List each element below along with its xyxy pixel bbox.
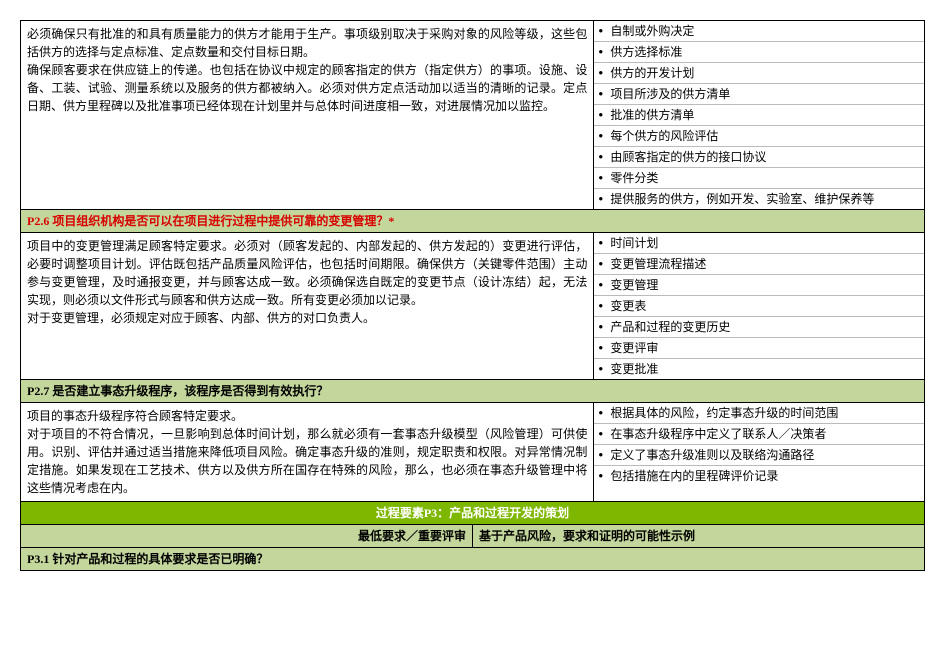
bullet-item: 零件分类 bbox=[594, 167, 924, 188]
bullet-item: 变更表 bbox=[594, 295, 924, 316]
bullet-item: 批准的供方清单 bbox=[594, 104, 924, 125]
document-page: 必须确保只有批准的和具有质量能力的供方才能用于生产。事项级别取决于采购对象的风险… bbox=[20, 20, 925, 571]
p26-bullets-cell: 时间计划变更管理流程描述变更管理变更表产品和过程的变更历史变更评审变更批准 bbox=[594, 233, 924, 379]
p27-body: 项目的事态升级程序符合顾客特定要求。对于项目的不符合情况，一旦影响到总体时间计划… bbox=[20, 403, 925, 502]
bullet-item: 项目所涉及的供方清单 bbox=[594, 83, 924, 104]
bullet-item: 变更管理 bbox=[594, 274, 924, 295]
p27-row: 项目的事态升级程序符合顾客特定要求。对于项目的不符合情况，一旦影响到总体时间计划… bbox=[21, 403, 924, 501]
p3-banner: 过程要素P3：产品和过程开发的策划 bbox=[21, 502, 924, 524]
p27-desc-text: 项目的事态升级程序符合顾客特定要求。对于项目的不符合情况，一旦影响到总体时间计划… bbox=[21, 403, 594, 501]
p27-heading-row: P2.7 是否建立事态升级程序，该程序是否得到有效执行？ bbox=[20, 380, 925, 403]
bullet-item: 包括措施在内的里程碑评价记录 bbox=[594, 465, 924, 486]
p26-bullets: 时间计划变更管理流程描述变更管理变更表产品和过程的变更历史变更评审变更批准 bbox=[594, 233, 924, 379]
bullet-item: 产品和过程的变更历史 bbox=[594, 316, 924, 337]
p26-heading-row: P2.6 项目组织机构是否可以在项目进行过程中提供可靠的变更管理？* bbox=[20, 210, 925, 233]
p3-left-label: 最低要求／重要评审 bbox=[21, 525, 473, 547]
bullet-item: 变更批准 bbox=[594, 358, 924, 379]
p3-split-row: 最低要求／重要评审 基于产品风险，要求和证明的可能性示例 bbox=[20, 525, 925, 548]
p27-bullets-cell: 根据具体的风险，约定事态升级的时间范围在事态升级程序中定义了联系人／决策者定义了… bbox=[594, 403, 924, 501]
p31-heading-row: P3.1 针对产品和过程的具体要求是否已明确？ bbox=[20, 548, 925, 571]
bullet-item: 自制或外购决定 bbox=[594, 21, 924, 41]
bullet-item: 每个供方的风险评估 bbox=[594, 125, 924, 146]
section-supplier-row: 必须确保只有批准的和具有质量能力的供方才能用于生产。事项级别取决于采购对象的风险… bbox=[21, 21, 924, 209]
bullet-item: 提供服务的供方，例如开发、实验室、维护保养等 bbox=[594, 188, 924, 209]
supplier-bullets-cell: 自制或外购决定供方选择标准供方的开发计划项目所涉及的供方清单批准的供方清单每个供… bbox=[594, 21, 924, 209]
bullet-item: 变更评审 bbox=[594, 337, 924, 358]
p3-split: 最低要求／重要评审 基于产品风险，要求和证明的可能性示例 bbox=[21, 525, 924, 547]
bullet-item: 根据具体的风险，约定事态升级的时间范围 bbox=[594, 403, 924, 423]
bullet-item: 定义了事态升级准则以及联络沟通路径 bbox=[594, 444, 924, 465]
supplier-bullets: 自制或外购决定供方选择标准供方的开发计划项目所涉及的供方清单批准的供方清单每个供… bbox=[594, 21, 924, 209]
p3-banner-row: 过程要素P3：产品和过程开发的策划 bbox=[20, 502, 925, 525]
p26-body: 项目中的变更管理满足顾客特定要求。必须对（顾客发起的、内部发起的、供方发起的）变… bbox=[20, 233, 925, 380]
p26-desc-text: 项目中的变更管理满足顾客特定要求。必须对（顾客发起的、内部发起的、供方发起的）变… bbox=[21, 233, 594, 379]
p27-heading: P2.7 是否建立事态升级程序，该程序是否得到有效执行？ bbox=[21, 380, 924, 402]
bullet-item: 变更管理流程描述 bbox=[594, 253, 924, 274]
bullet-item: 供方的开发计划 bbox=[594, 62, 924, 83]
p26-row: 项目中的变更管理满足顾客特定要求。必须对（顾客发起的、内部发起的、供方发起的）变… bbox=[21, 233, 924, 379]
bullet-item: 由顾客指定的供方的接口协议 bbox=[594, 146, 924, 167]
p27-bullets: 根据具体的风险，约定事态升级的时间范围在事态升级程序中定义了联系人／决策者定义了… bbox=[594, 403, 924, 486]
supplier-desc-text: 必须确保只有批准的和具有质量能力的供方才能用于生产。事项级别取决于采购对象的风险… bbox=[21, 21, 594, 209]
bullet-item: 供方选择标准 bbox=[594, 41, 924, 62]
bullet-item: 时间计划 bbox=[594, 233, 924, 253]
p31-heading: P3.1 针对产品和过程的具体要求是否已明确？ bbox=[21, 548, 924, 570]
section-supplier-block: 必须确保只有批准的和具有质量能力的供方才能用于生产。事项级别取决于采购对象的风险… bbox=[20, 20, 925, 210]
p26-heading: P2.6 项目组织机构是否可以在项目进行过程中提供可靠的变更管理？* bbox=[21, 210, 924, 232]
p3-right-label: 基于产品风险，要求和证明的可能性示例 bbox=[473, 525, 924, 547]
bullet-item: 在事态升级程序中定义了联系人／决策者 bbox=[594, 423, 924, 444]
